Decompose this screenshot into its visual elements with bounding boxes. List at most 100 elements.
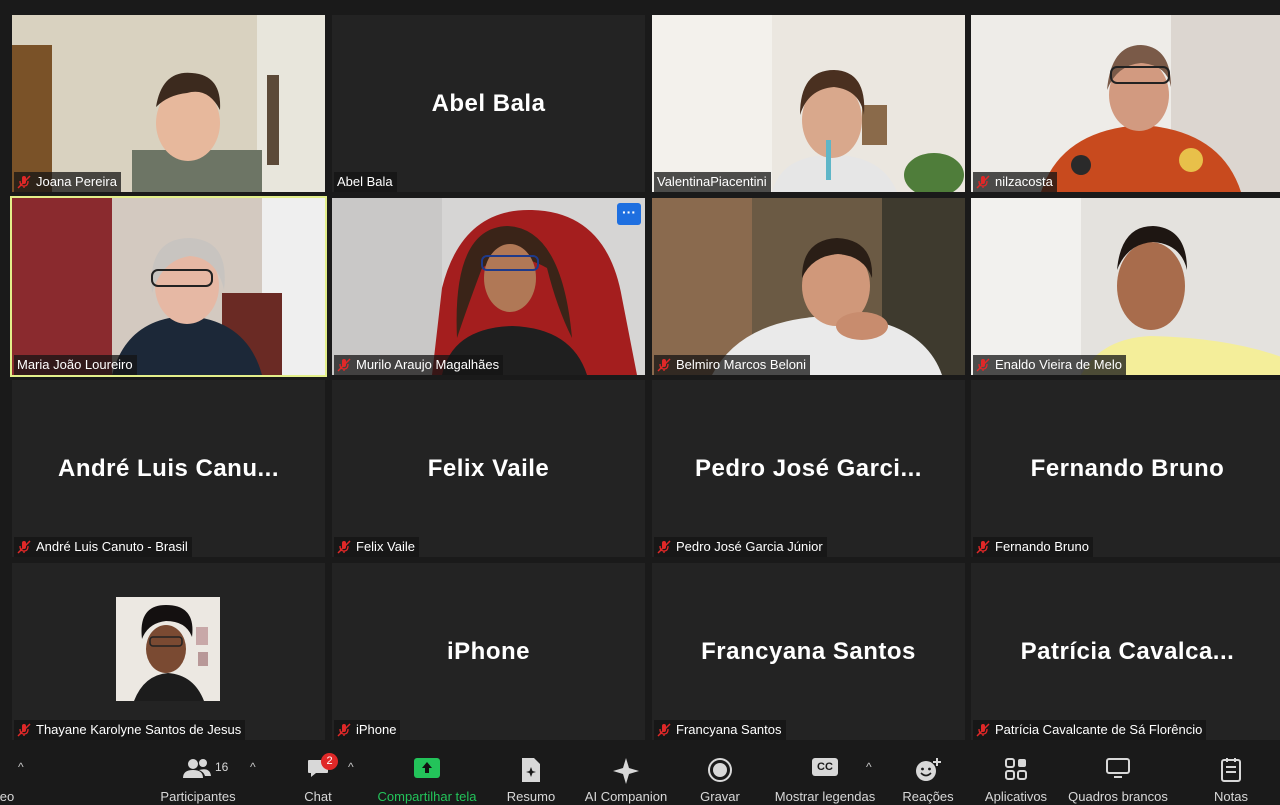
participants-options-chevron-icon[interactable]: ^ bbox=[250, 760, 256, 774]
summary-button[interactable]: Resumo bbox=[502, 740, 560, 805]
participant-name: Belmiro Marcos Beloni bbox=[676, 357, 807, 372]
video-feed bbox=[12, 15, 325, 192]
participant-name: Abel Bala bbox=[337, 174, 393, 189]
participant-name-label: Joana Pereira bbox=[14, 172, 121, 192]
video-feed bbox=[971, 15, 1280, 192]
participant-name-label: Belmiro Marcos Beloni bbox=[654, 355, 811, 375]
ai-companion-button[interactable]: AI Companion bbox=[580, 740, 672, 805]
apps-icon bbox=[1005, 758, 1027, 780]
participant-tile[interactable]: Francyana Santos Francyana Santos bbox=[652, 563, 965, 740]
video-label: eo bbox=[0, 789, 15, 804]
participant-name-label: ValentinaPiacentini bbox=[654, 172, 771, 192]
participant-display-name: Francyana Santos bbox=[701, 637, 916, 665]
reactions-label: Reações bbox=[902, 789, 954, 804]
participant-name: iPhone bbox=[356, 722, 397, 737]
mic-off-icon bbox=[657, 723, 671, 737]
participant-name: Maria João Loureiro bbox=[17, 357, 133, 372]
participant-tile[interactable]: Fernando Bruno Fernando Bruno bbox=[971, 380, 1280, 557]
participant-tile[interactable]: Joana Pereira bbox=[12, 15, 325, 192]
mic-off-icon bbox=[17, 540, 31, 554]
participant-tile[interactable]: nilzacosta bbox=[971, 15, 1280, 192]
show-captions-button[interactable]: CC Mostrar legendas bbox=[770, 740, 880, 805]
participant-display-name: Fernando Bruno bbox=[1030, 454, 1225, 482]
participant-name: Murilo Araujo Magalhães bbox=[356, 357, 500, 372]
share-screen-button[interactable]: Compartilhar tela bbox=[372, 740, 482, 805]
participants-label: Participantes bbox=[160, 789, 236, 804]
participant-name: Fernando Bruno bbox=[995, 539, 1089, 554]
participant-tile[interactable]: Belmiro Marcos Beloni bbox=[652, 198, 965, 375]
participant-display-name: Patrícia Cavalca... bbox=[1020, 637, 1235, 665]
participant-name-label: Fernando Bruno bbox=[973, 537, 1093, 557]
mic-off-icon bbox=[657, 540, 671, 554]
participant-name-label: Abel Bala bbox=[334, 172, 397, 192]
video-options-chevron-icon[interactable]: ^ bbox=[18, 760, 24, 774]
notes-label: Notas bbox=[1214, 789, 1248, 804]
participant-name-label: André Luis Canuto - Brasil bbox=[14, 537, 192, 557]
participant-display-name: André Luis Canu... bbox=[57, 454, 279, 482]
participant-display-name: Pedro José Garci... bbox=[695, 454, 922, 482]
whiteboards-label: Quadros brancos bbox=[1068, 789, 1168, 804]
participant-name-label: iPhone bbox=[334, 720, 401, 740]
captions-options-chevron-icon[interactable]: ^ bbox=[866, 760, 872, 774]
ai-companion-label: AI Companion bbox=[584, 789, 668, 804]
participant-tile[interactable]: Felix Vaile Felix Vaile bbox=[332, 380, 645, 557]
reactions-button[interactable]: Reações bbox=[900, 740, 956, 805]
participant-name-label: Enaldo Vieira de Melo bbox=[973, 355, 1126, 375]
participant-tile[interactable]: Abel Bala Abel Bala bbox=[332, 15, 645, 192]
chat-button[interactable]: 2 Chat bbox=[298, 740, 338, 805]
record-button[interactable]: Gravar bbox=[695, 740, 745, 805]
mic-off-icon bbox=[976, 175, 990, 189]
reactions-icon bbox=[916, 758, 941, 781]
participant-tile[interactable]: André Luis Canu... André Luis Canuto - B… bbox=[12, 380, 325, 557]
mic-off-icon bbox=[337, 540, 351, 554]
video-grid: Joana Pereira Abel Bala Abel Bala Valent… bbox=[0, 0, 1280, 740]
profile-picture bbox=[116, 597, 220, 701]
participant-name: nilzacosta bbox=[995, 174, 1053, 189]
participant-tile-active-speaker[interactable]: Maria João Loureiro bbox=[10, 196, 327, 377]
mic-off-icon bbox=[17, 175, 31, 189]
notes-icon bbox=[1221, 758, 1241, 782]
participant-tile[interactable]: Pedro José Garci... Pedro José Garcia Jú… bbox=[652, 380, 965, 557]
participant-display-name: Felix Vaile bbox=[427, 454, 550, 482]
more-options-button[interactable]: ··· bbox=[617, 203, 641, 225]
participant-name-label: Thayane Karolyne Santos de Jesus bbox=[14, 720, 246, 740]
video-feed bbox=[332, 198, 645, 375]
notes-button[interactable]: Notas bbox=[1205, 740, 1257, 805]
participant-tile[interactable]: Thayane Karolyne Santos de Jesus bbox=[12, 563, 325, 740]
participant-tile[interactable]: ··· Murilo Araujo Magalhães bbox=[332, 198, 645, 375]
apps-label: Aplicativos bbox=[984, 789, 1048, 804]
mic-off-icon bbox=[976, 540, 990, 554]
participant-name: Thayane Karolyne Santos de Jesus bbox=[36, 722, 242, 737]
mic-off-icon bbox=[17, 723, 31, 737]
participant-tile[interactable]: iPhone iPhone bbox=[332, 563, 645, 740]
chat-label: Chat bbox=[304, 789, 332, 804]
participants-button[interactable]: 16 Participantes bbox=[155, 740, 241, 805]
apps-button[interactable]: Aplicativos bbox=[978, 740, 1054, 805]
participant-display-name: iPhone bbox=[446, 637, 530, 665]
mic-off-icon bbox=[976, 358, 990, 372]
participants-icon bbox=[183, 759, 211, 778]
mic-off-icon bbox=[337, 358, 351, 372]
captions-icon: CC bbox=[812, 758, 838, 776]
participant-name-label: Murilo Araujo Magalhães bbox=[334, 355, 504, 375]
mic-off-icon bbox=[976, 723, 990, 737]
participant-tile[interactable]: ValentinaPiacentini bbox=[652, 15, 965, 192]
chat-unread-badge: 2 bbox=[321, 753, 338, 770]
participant-name-label: Francyana Santos bbox=[654, 720, 786, 740]
participant-name: Pedro José Garcia Júnior bbox=[676, 539, 823, 554]
share-screen-icon bbox=[414, 758, 440, 778]
participant-tile[interactable]: Patrícia Cavalca... Patrícia Cavalcante … bbox=[971, 563, 1280, 740]
participant-tile[interactable]: Enaldo Vieira de Melo bbox=[971, 198, 1280, 375]
ai-companion-icon bbox=[613, 758, 639, 784]
chat-options-chevron-icon[interactable]: ^ bbox=[348, 760, 354, 774]
video-feed bbox=[652, 15, 965, 192]
record-icon bbox=[708, 758, 732, 782]
participant-name: Enaldo Vieira de Melo bbox=[995, 357, 1122, 372]
participant-name-label: Felix Vaile bbox=[334, 537, 420, 557]
video-feed bbox=[971, 198, 1280, 375]
record-label: Gravar bbox=[700, 789, 740, 804]
whiteboards-button[interactable]: Quadros brancos bbox=[1062, 740, 1174, 805]
video-feed bbox=[12, 198, 325, 375]
summary-icon bbox=[522, 758, 540, 782]
participant-name-label: Patrícia Cavalcante de Sá Florêncio bbox=[973, 720, 1207, 740]
